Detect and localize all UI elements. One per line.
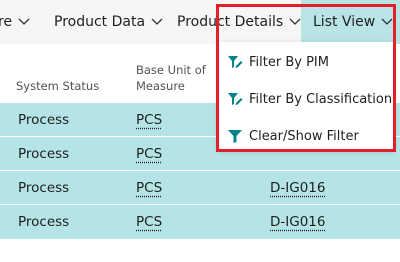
cell-base-unit[interactable]: PCS [136,103,162,137]
cell-system-status: Process [18,112,70,128]
menu-tab-truncated[interactable]: re [0,0,30,44]
menu-tab-product-data[interactable]: Product Data [54,0,163,44]
cell-system-status: Process [18,214,70,230]
cell-code[interactable]: D-IG016 [270,205,325,239]
highlight-box [216,4,396,152]
chevron-down-icon [18,18,30,26]
menu-tab-label: Product Data [54,14,146,30]
column-header-line: Measure [136,79,185,93]
column-header-line: Base Unit of [136,63,206,77]
column-header-system-status[interactable]: System Status [16,78,99,94]
menu-tab-label: re [0,14,13,30]
cell-base-unit[interactable]: PCS [136,137,162,171]
table-row[interactable]: Process PCS D-IG016 [0,170,400,205]
cell-base-unit[interactable]: PCS [136,171,162,205]
cell-system-status: Process [18,146,70,162]
cell-code[interactable]: D-IG016 [270,171,325,205]
cell-system-status: Process [18,180,70,196]
cell-base-unit[interactable]: PCS [136,205,162,239]
chevron-down-icon [151,18,163,26]
table-row[interactable]: Process PCS D-IG016 [0,204,400,239]
column-header-base-unit[interactable]: Base Unit of Measure [136,62,206,94]
